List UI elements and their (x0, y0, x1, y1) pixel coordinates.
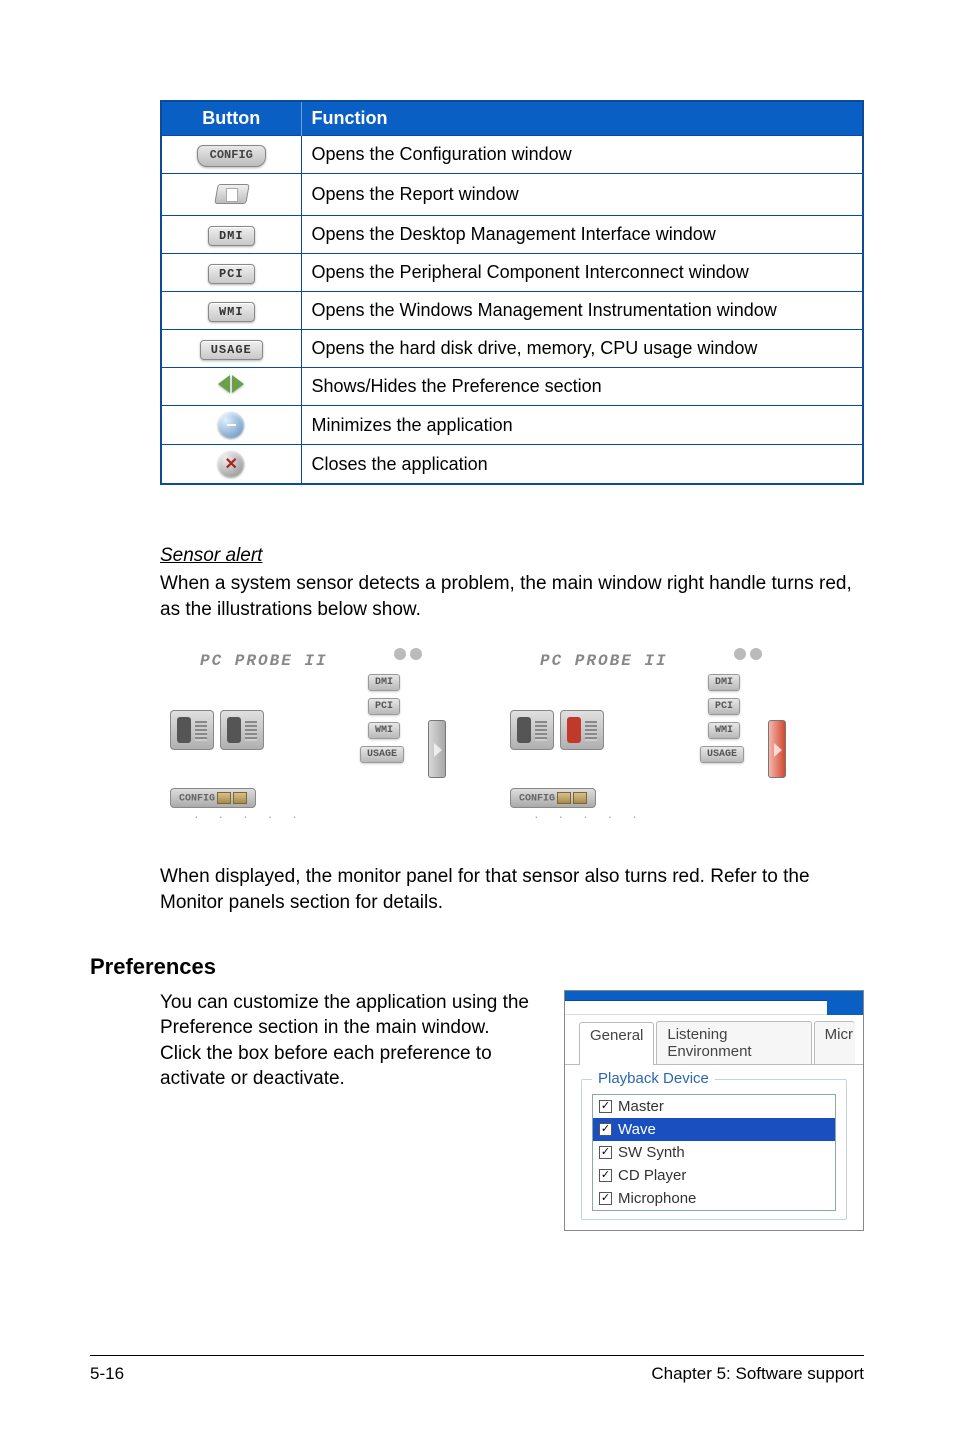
pci-chip-icon: PCI (708, 698, 740, 715)
list-item-wave[interactable]: Wave (593, 1118, 835, 1141)
config-button-desc: Opens the Configuration window (301, 136, 863, 174)
wmi-button-icon: WMI (161, 292, 301, 330)
sensor-alert-heading: Sensor alert (160, 545, 864, 567)
probe-title: PC PROBE II (540, 652, 668, 670)
pci-button-desc: Opens the Peripheral Component Interconn… (301, 254, 863, 292)
preferences-text: You can customize the application using … (160, 990, 534, 1093)
button-function-table: Button Function CONFIG Opens the Configu… (160, 100, 864, 485)
playback-device-legend: Playback Device (592, 1070, 715, 1087)
panel-titlebar (565, 991, 863, 1001)
dmi-button-icon: DMI (161, 216, 301, 254)
usage-chip-icon: USAGE (700, 746, 744, 763)
close-icon: ✕ (161, 445, 301, 485)
minimize-icon: − (161, 406, 301, 445)
footer-chapter: Chapter 5: Software support (651, 1364, 864, 1384)
toggle-arrows-icon (161, 368, 301, 406)
wmi-chip-icon: WMI (708, 722, 740, 739)
playback-device-group: Playback Device Master Wave SW Synth CD … (581, 1079, 847, 1220)
probe-alert: PC PROBE II DMI PCI WMI USAGE CONFIG · ·… (500, 646, 780, 836)
tab-microphone[interactable]: Micr (814, 1021, 855, 1064)
tab-listening-environment[interactable]: Listening Environment (656, 1021, 811, 1064)
probe-illustrations: PC PROBE II DMI PCI WMI USAGE CONFIG · ·… (160, 646, 864, 836)
preferences-panel: General Listening Environment Micr Playb… (564, 990, 864, 1231)
meter-icon (510, 710, 554, 750)
probe-normal: PC PROBE II DMI PCI WMI USAGE CONFIG · ·… (160, 646, 440, 836)
header-button: Button (161, 101, 301, 136)
list-item-master[interactable]: Master (593, 1095, 835, 1118)
minimize-desc: Minimizes the application (301, 406, 863, 445)
page-footer: 5-16 Chapter 5: Software support (90, 1355, 864, 1384)
footer-page-number: 5-16 (90, 1364, 124, 1384)
config-button-icon: CONFIG (161, 136, 301, 174)
preferences-tabs: General Listening Environment Micr (565, 1015, 863, 1065)
toggle-arrows-desc: Shows/Hides the Preference section (301, 368, 863, 406)
handle-gray-icon (428, 720, 446, 778)
config-tab-icon: CONFIG (510, 788, 596, 809)
checkbox-icon[interactable] (599, 1146, 612, 1159)
list-item-cdplayer[interactable]: CD Player (593, 1164, 835, 1187)
dmi-chip-icon: DMI (708, 674, 740, 691)
checkbox-icon[interactable] (599, 1169, 612, 1182)
usage-button-desc: Opens the hard disk drive, memory, CPU u… (301, 330, 863, 368)
dmi-button-desc: Opens the Desktop Management Interface w… (301, 216, 863, 254)
pci-button-icon: PCI (161, 254, 301, 292)
wmi-chip-icon: WMI (368, 722, 400, 739)
handle-red-icon (768, 720, 786, 778)
wmi-button-desc: Opens the Windows Management Instrumenta… (301, 292, 863, 330)
list-item-microphone[interactable]: Microphone (593, 1187, 835, 1210)
meter-red-icon (560, 710, 604, 750)
usage-button-icon: USAGE (161, 330, 301, 368)
meter-icon (220, 710, 264, 750)
sensor-alert-text-1: When a system sensor detects a problem, … (160, 571, 864, 622)
preferences-heading: Preferences (90, 954, 864, 980)
report-button-desc: Opens the Report window (301, 174, 863, 216)
close-desc: Closes the application (301, 445, 863, 485)
checkbox-icon[interactable] (599, 1123, 612, 1136)
sensor-alert-text-2: When displayed, the monitor panel for th… (160, 864, 864, 915)
dmi-chip-icon: DMI (368, 674, 400, 691)
pci-chip-icon: PCI (368, 698, 400, 715)
usage-chip-icon: USAGE (360, 746, 404, 763)
probe-title: PC PROBE II (200, 652, 328, 670)
tab-general[interactable]: General (579, 1022, 654, 1065)
checkbox-icon[interactable] (599, 1192, 612, 1205)
header-function: Function (301, 101, 863, 136)
report-button-icon (161, 174, 301, 216)
list-item-swsynth[interactable]: SW Synth (593, 1141, 835, 1164)
checkbox-icon[interactable] (599, 1100, 612, 1113)
playback-device-list: Master Wave SW Synth CD Player Microphon… (592, 1094, 836, 1211)
config-tab-icon: CONFIG (170, 788, 256, 809)
meter-icon (170, 710, 214, 750)
